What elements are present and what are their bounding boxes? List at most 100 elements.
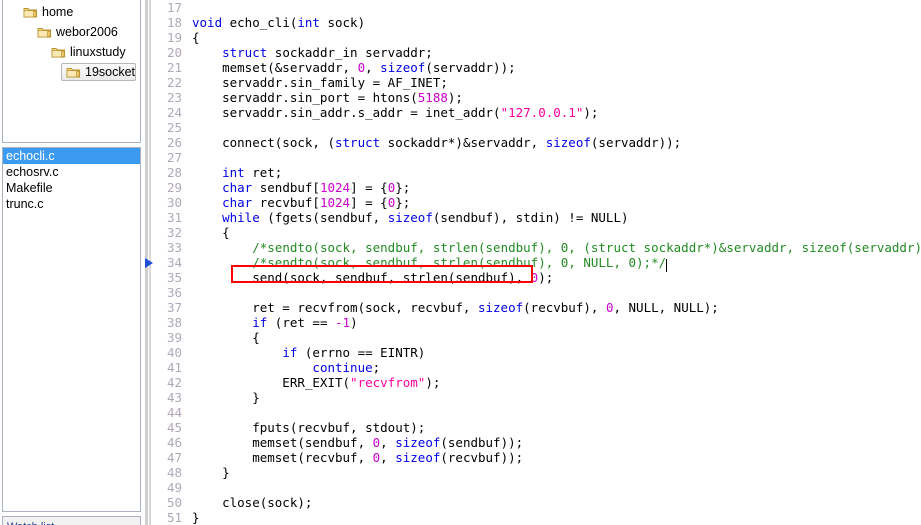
breakpoint-arrow-icon[interactable]: [145, 258, 153, 268]
code-token: ,: [365, 60, 381, 75]
line-number: 46: [166, 435, 182, 450]
code-line[interactable]: 46 memset(sendbuf, 0, sizeof(sendbuf));: [152, 435, 921, 450]
line-number: 31: [166, 210, 182, 225]
code-line[interactable]: 25: [152, 120, 921, 135]
code-line[interactable]: 38 if (ret == -1): [152, 315, 921, 330]
code-line[interactable]: 30 char recvbuf[1024] = {0};: [152, 195, 921, 210]
bottom-panel-label: Watch list: [3, 521, 140, 525]
line-number: 32: [166, 225, 182, 240]
line-number: 43: [166, 390, 182, 405]
tree-item-linuxstudy[interactable]: linuxstudy: [51, 43, 136, 61]
code-token: (errno == EINTR): [297, 345, 426, 360]
code-line[interactable]: 34 /*sendto(sock, sendbuf, strlen(sendbu…: [145, 255, 921, 272]
code-line-text: servaddr.sin_port = htons(5188);: [192, 90, 463, 105]
code-token: send(sock, sendbuf, strlen(sendbuf),: [192, 270, 531, 285]
code-line-text: while (fgets(sendbuf, sizeof(sendbuf), s…: [192, 210, 629, 225]
line-number: 39: [166, 330, 182, 345]
code-line[interactable]: 43 }: [152, 390, 921, 405]
code-line[interactable]: 21 memset(&servaddr, 0, sizeof(servaddr)…: [152, 60, 921, 75]
line-number: 33: [166, 240, 182, 255]
code-line[interactable]: 20 struct sockaddr_in servaddr;: [152, 45, 921, 60]
code-line[interactable]: 51}: [152, 510, 921, 525]
line-number: 19: [166, 30, 182, 45]
code-token: sockaddr_in servaddr;: [267, 45, 433, 60]
code-token: (sendbuf), stdin) != NULL): [432, 210, 629, 225]
list-item[interactable]: echosrv.c: [3, 164, 140, 180]
code-line[interactable]: 50 close(sock);: [152, 495, 921, 510]
code-line[interactable]: 37 ret = recvfrom(sock, recvbuf, sizeof(…: [152, 300, 921, 315]
line-number: 37: [166, 300, 182, 315]
code-line[interactable]: 49: [152, 480, 921, 495]
code-token: (recvbuf),: [523, 300, 606, 315]
code-line[interactable]: 35 send(sock, sendbuf, strlen(sendbuf), …: [152, 270, 921, 285]
code-token: recvbuf[: [252, 195, 320, 210]
code-line[interactable]: 45 fputs(recvbuf, stdout);: [152, 420, 921, 435]
code-token: ,: [380, 435, 396, 450]
code-token: close(sock);: [192, 495, 313, 510]
code-token: (servaddr));: [590, 135, 682, 150]
tree-item-webor2006[interactable]: webor2006: [37, 23, 136, 41]
code-line[interactable]: 33 /*sendto(sock, sendbuf, strlen(sendbu…: [152, 240, 921, 255]
code-token: {: [192, 30, 200, 45]
code-lines-container[interactable]: 17 18 void echo_cli(int sock) 19 {20 struct …: [145, 0, 921, 525]
code-line-text: servaddr.sin_family = AF_INET;: [192, 75, 448, 90]
code-line-text: close(sock);: [192, 495, 312, 510]
tree-item-19socket[interactable]: 19socket: [61, 63, 136, 81]
bottom-panel-stub[interactable]: Watch list: [2, 516, 141, 525]
code-editor[interactable]: 17 18 void echo_cli(int sock) 19 {20 struct …: [145, 0, 921, 525]
code-line[interactable]: 17: [152, 0, 921, 15]
code-line[interactable]: 24 servaddr.sin_addr.s_addr = inet_addr(…: [152, 105, 921, 120]
code-line[interactable]: 44: [152, 405, 921, 420]
code-line[interactable]: 32 {: [152, 225, 921, 240]
code-line[interactable]: 39 {: [152, 330, 921, 345]
file-list-panel[interactable]: echocli.c echosrv.c Makefile trunc.c: [2, 147, 141, 512]
code-line[interactable]: 26 connect(sock, (struct sockaddr*)&serv…: [152, 135, 921, 150]
tree-item-home[interactable]: home: [23, 3, 136, 21]
code-token: (sendbuf));: [440, 435, 524, 450]
code-token: );: [538, 270, 554, 285]
code-line[interactable]: 27: [152, 150, 921, 165]
code-line[interactable]: 19 {: [152, 30, 921, 45]
code-line[interactable]: 29 char sendbuf[1024] = {0};: [152, 180, 921, 195]
code-token: }: [192, 510, 200, 525]
code-token: servaddr.sin_port = htons(: [192, 90, 418, 105]
file-name-label: Makefile: [6, 181, 53, 195]
code-token: memset(sendbuf,: [192, 435, 373, 450]
code-line[interactable]: 42 ERR_EXIT("recvfrom");: [152, 375, 921, 390]
code-line-text: servaddr.sin_addr.s_addr = inet_addr("12…: [192, 105, 598, 120]
line-number: 17: [166, 0, 182, 15]
code-line[interactable]: 18 void echo_cli(int sock): [152, 15, 921, 30]
file-name-label: echocli.c: [6, 149, 55, 163]
code-line[interactable]: 47 memset(recvbuf, 0, sizeof(recvbuf));: [152, 450, 921, 465]
list-item[interactable]: Makefile: [3, 180, 140, 196]
code-line[interactable]: 41 continue;: [152, 360, 921, 375]
line-number: 34: [166, 255, 182, 270]
code-line[interactable]: 23 servaddr.sin_port = htons(5188);: [152, 90, 921, 105]
code-line-text: memset(sendbuf, 0, sizeof(sendbuf));: [192, 435, 523, 450]
code-line-text: char sendbuf[1024] = {0};: [192, 180, 410, 195]
code-token: echo_cli(: [222, 15, 298, 30]
list-item[interactable]: echocli.c: [3, 148, 140, 164]
code-line[interactable]: 28 int ret;: [152, 165, 921, 180]
code-line-text: memset(&servaddr, 0, sizeof(servaddr));: [192, 60, 516, 75]
code-line[interactable]: 31 while (fgets(sendbuf, sizeof(sendbuf)…: [152, 210, 921, 225]
directory-tree-panel[interactable]: home webor2006 linuxstudy 19socket: [2, 0, 141, 143]
code-line[interactable]: 40 if (errno == EINTR): [152, 345, 921, 360]
code-line[interactable]: 48 }: [152, 465, 921, 480]
code-token: char: [222, 180, 253, 195]
tree-item-label: webor2006: [56, 25, 118, 39]
code-line[interactable]: 22 servaddr.sin_family = AF_INET;: [152, 75, 921, 90]
code-token: };: [395, 180, 411, 195]
code-line-text: if (ret == -1): [192, 315, 357, 330]
code-token: sizeof: [545, 135, 591, 150]
code-token: (fgets(sendbuf,: [259, 210, 388, 225]
list-item[interactable]: trunc.c: [3, 196, 140, 212]
code-line[interactable]: 36: [152, 285, 921, 300]
code-token: 1024: [319, 180, 351, 195]
code-line-text: ret = recvfrom(sock, recvbuf, sizeof(rec…: [192, 300, 719, 315]
code-line-text: char recvbuf[1024] = {0};: [192, 195, 410, 210]
code-token: "127.0.0.1": [500, 105, 584, 120]
sidebar: home webor2006 linuxstudy 19socket echocli.…: [0, 0, 145, 525]
